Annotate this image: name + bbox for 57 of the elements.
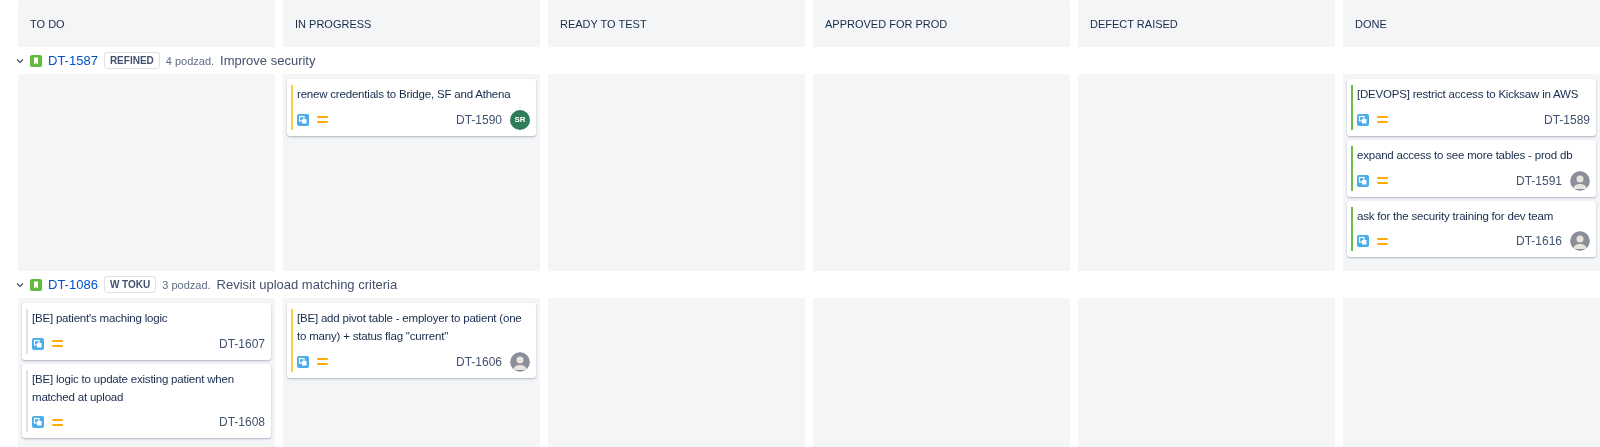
subtask-icon bbox=[32, 416, 44, 429]
user-avatar bbox=[510, 351, 530, 372]
priority-icon bbox=[52, 340, 63, 348]
user-avatar: SR bbox=[510, 109, 530, 130]
column-header: READY TO TEST bbox=[548, 0, 805, 47]
subtask-count: 4 podzad. bbox=[165, 54, 215, 67]
column-header: DONE bbox=[1343, 0, 1600, 47]
card-title: expand access to see more tables - prod db bbox=[1357, 147, 1574, 163]
user-avatar bbox=[1570, 170, 1590, 191]
card-title: [DEVOPS] restrict access to Kicksaw in AWS bbox=[1357, 87, 1580, 102]
status-label: REFINED bbox=[103, 52, 160, 69]
issue-key: DT-1606 bbox=[455, 354, 502, 369]
subtask-icon bbox=[1357, 174, 1369, 187]
issue-key: DT-1589 bbox=[1543, 112, 1590, 127]
card-title: ask for the security training for dev team bbox=[1357, 208, 1555, 224]
card-title: [BE] add pivot table - employer to patient (one to many) + status flag "current" bbox=[297, 311, 523, 344]
chevron-icon[interactable] bbox=[16, 56, 24, 65]
status-label: W TOKU bbox=[103, 276, 157, 293]
issue-card[interactable]: [BE] patient's maching logic DT-1607 bbox=[22, 303, 271, 360]
issue-card[interactable]: [BE] add pivot table - employer to patient (one to many) + status flag "current" DT-1606 bbox=[287, 303, 536, 378]
card-title: [BE] patient's maching logic bbox=[32, 311, 169, 326]
subtask-icon bbox=[1357, 113, 1369, 126]
issue-card[interactable]: [BE] logic to update existing patient when matched at upload DT-1608 bbox=[22, 363, 271, 439]
user-avatar bbox=[1570, 231, 1590, 252]
subtask-count: 3 podzad. bbox=[162, 278, 211, 291]
issue-card[interactable]: renew credentials to Bridge, SF and Athena DT-1590 SR bbox=[287, 79, 536, 136]
priority-icon bbox=[317, 116, 328, 124]
priority-icon bbox=[1377, 116, 1388, 124]
issue-link[interactable]: DT-1086 bbox=[48, 277, 98, 292]
story-icon bbox=[30, 54, 42, 67]
lane-title: Revisit upload matching criteria bbox=[216, 277, 398, 292]
issue-key: DT-1616 bbox=[1515, 234, 1562, 249]
column-header: DEFECT RAISED bbox=[1078, 0, 1335, 47]
card-title: renew credentials to Bridge, SF and Athena bbox=[297, 87, 512, 102]
issue-link[interactable]: DT-1587 bbox=[48, 53, 98, 68]
column-header: APPROVED FOR PROD bbox=[813, 0, 1070, 47]
issue-key: DT-1590 bbox=[455, 112, 502, 127]
chevron-icon[interactable] bbox=[16, 280, 24, 289]
issue-key: DT-1591 bbox=[1515, 173, 1562, 188]
priority-icon bbox=[1377, 237, 1388, 245]
column-header: IN PROGRESS bbox=[283, 0, 540, 47]
story-icon bbox=[30, 278, 42, 291]
issue-card[interactable]: ask for the security training for dev team DT-1616 bbox=[1347, 200, 1596, 258]
issue-key: DT-1607 bbox=[218, 336, 265, 351]
column-header: TO DO bbox=[18, 0, 275, 47]
subtask-icon bbox=[297, 113, 309, 126]
issue-card[interactable]: [DEVOPS] restrict access to Kicksaw in AWS DT-1589 bbox=[1347, 79, 1596, 136]
subtask-icon bbox=[297, 355, 309, 368]
card-title: [BE] logic to update existing patient when matched at upload bbox=[32, 371, 235, 405]
lane-title: Improve security bbox=[220, 53, 316, 68]
subtask-icon bbox=[32, 337, 44, 350]
priority-icon bbox=[1377, 177, 1388, 185]
issue-key: DT-1608 bbox=[218, 415, 265, 430]
priority-icon bbox=[52, 418, 63, 426]
priority-icon bbox=[317, 358, 328, 366]
subtask-icon bbox=[1357, 235, 1369, 248]
issue-card[interactable]: expand access to see more tables - prod db DT-1591 bbox=[1347, 139, 1596, 197]
